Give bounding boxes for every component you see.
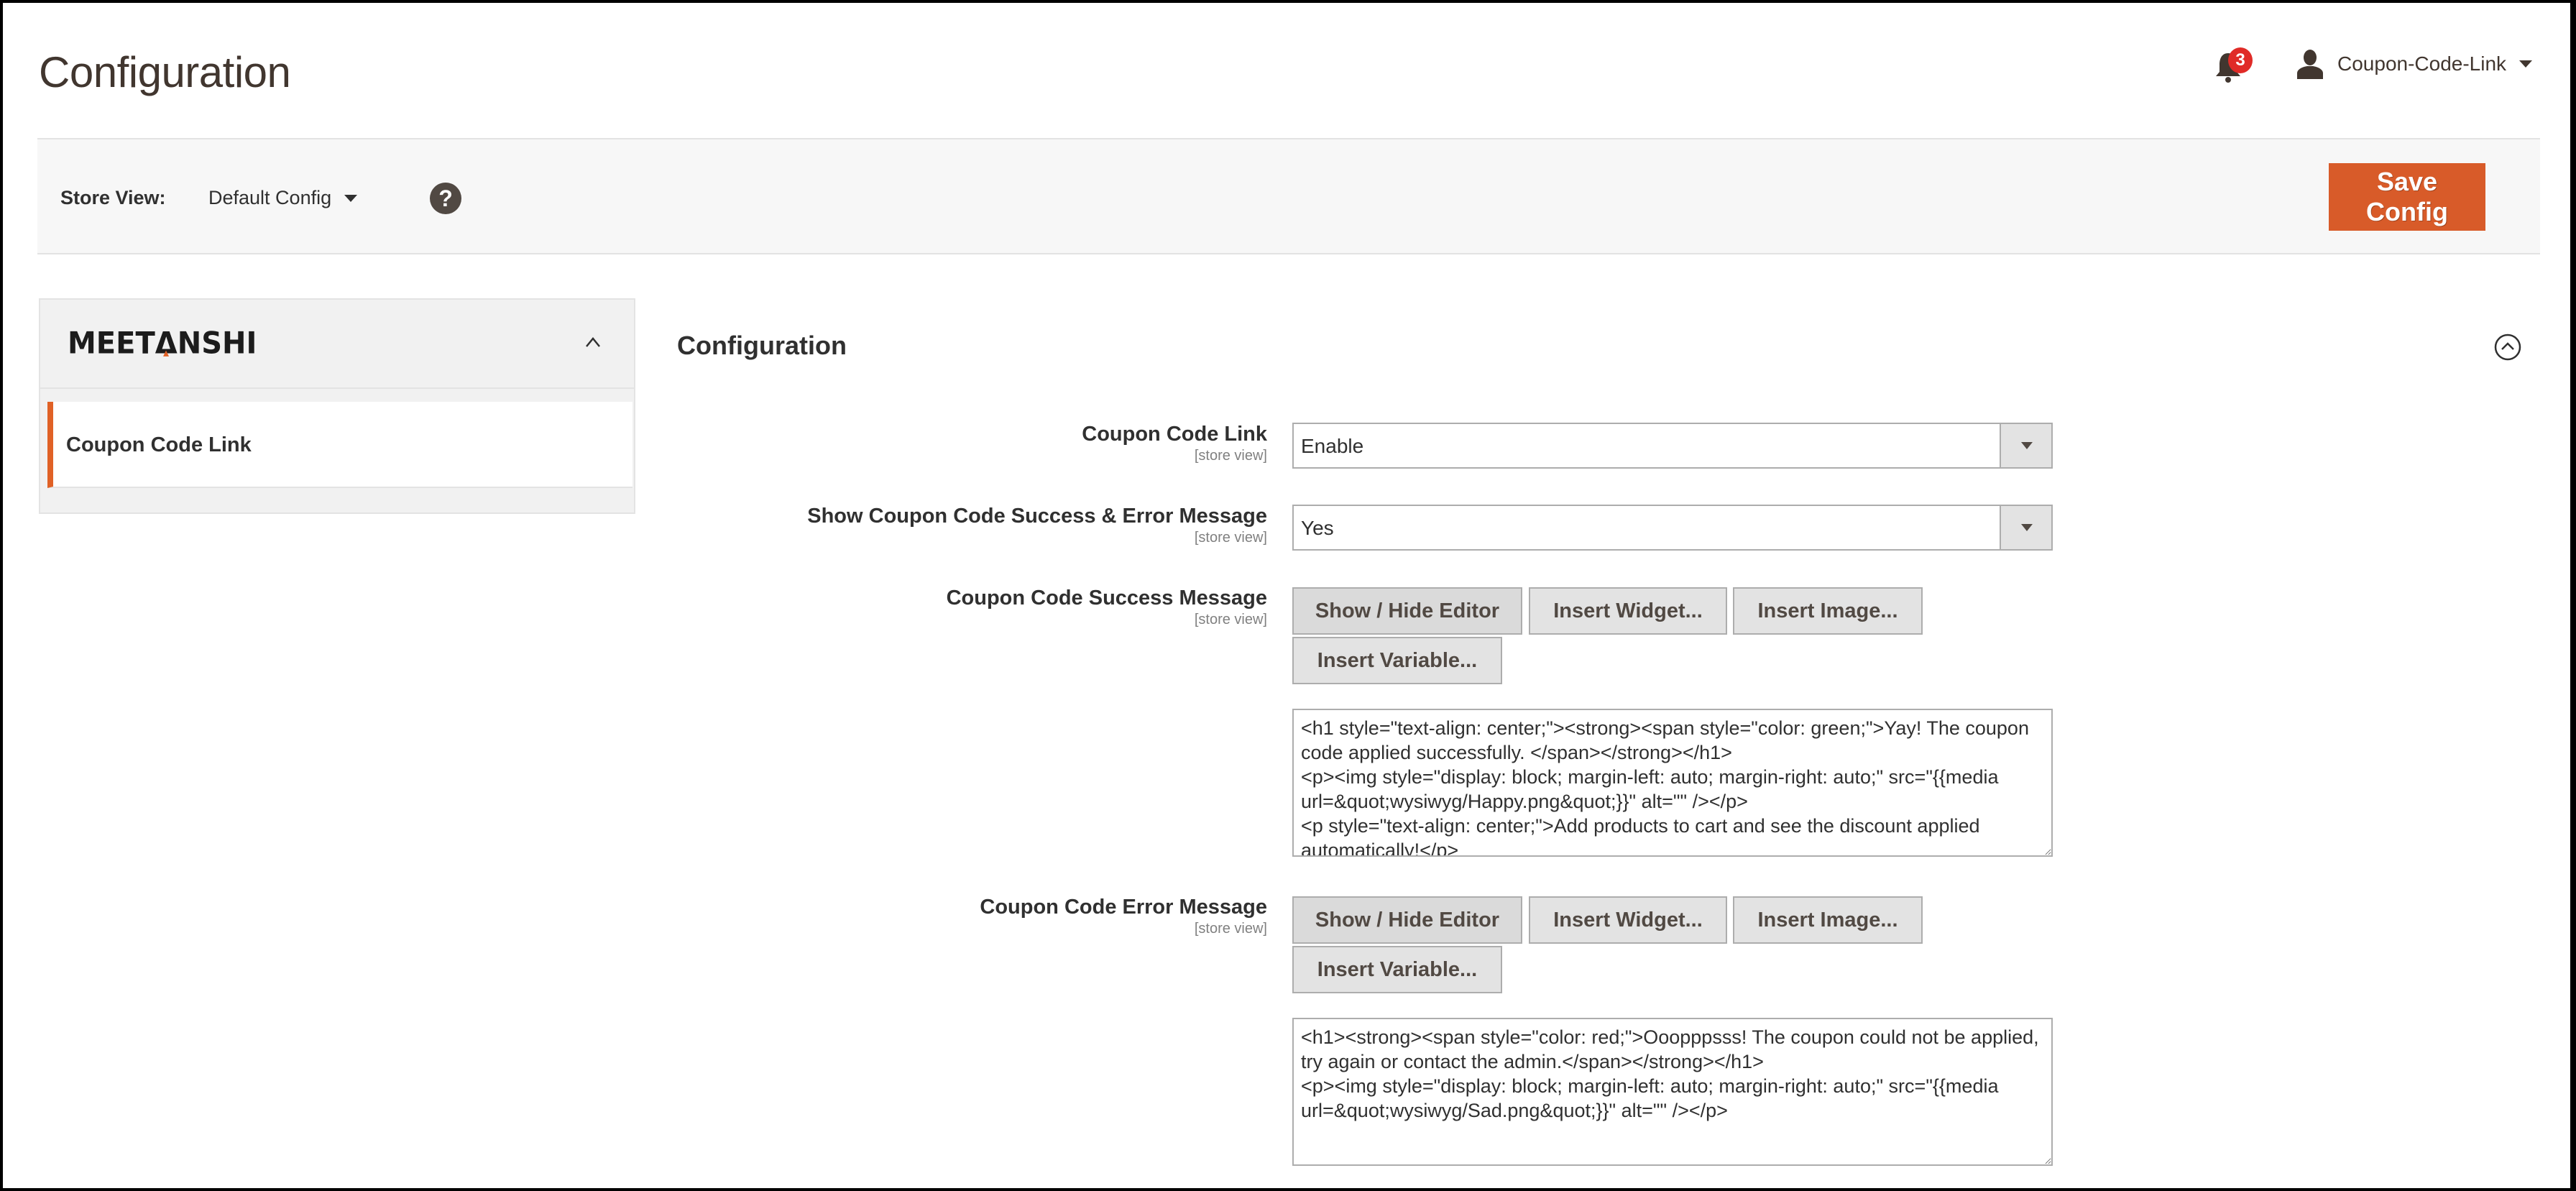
help-icon[interactable]: ? (430, 183, 461, 214)
sidebar-item-label: Coupon Code Link (66, 433, 252, 456)
show-message-select[interactable]: Yes (1292, 505, 2053, 551)
page-title: Configuration (39, 48, 291, 96)
chevron-up-icon[interactable] (585, 334, 601, 350)
chevron-down-icon (2519, 60, 2533, 68)
success-message-textarea[interactable]: <h1 style="text-align: center;"><strong>… (1292, 709, 2053, 857)
chevron-down-icon (2000, 506, 2051, 549)
error-insert-variable-button[interactable]: Insert Variable... (1292, 946, 1502, 993)
error-insert-image-button[interactable]: Insert Image... (1733, 896, 1923, 944)
user-account-menu[interactable]: Coupon-Code-Link (2296, 49, 2533, 79)
success-insert-widget-button[interactable]: Insert Widget... (1529, 587, 1727, 635)
save-config-button[interactable]: Save Config (2329, 163, 2485, 231)
notification-count-badge[interactable]: 3 (2228, 47, 2253, 73)
coupon-code-link-select[interactable]: Enable (1292, 423, 2053, 469)
success-insert-image-button[interactable]: Insert Image... (1733, 587, 1923, 635)
store-view-bar: Store View: Default Config ? Save Config (37, 138, 2540, 254)
scope-label: [store view] (1194, 530, 1267, 546)
page: Configuration 3 Coupon-Code-Link Store V… (3, 3, 2570, 1188)
field-label-error-message: Coupon Code Error Message [store view] (980, 896, 1267, 937)
field-label-coupon-code-link: Coupon Code Link [store view] (1082, 423, 1267, 464)
store-view-switcher[interactable]: Default Config (208, 187, 358, 209)
store-view-value: Default Config (208, 187, 332, 208)
success-insert-variable-button[interactable]: Insert Variable... (1292, 637, 1502, 684)
field-label-show-message: Show Coupon Code Success & Error Message… (807, 505, 1267, 546)
chevron-down-icon (344, 194, 358, 202)
error-message-textarea[interactable]: <h1><strong><span style="color: red;">Oo… (1292, 1018, 2053, 1166)
error-insert-widget-button[interactable]: Insert Widget... (1529, 896, 1727, 944)
scope-label: [store view] (1194, 612, 1267, 627)
section-title[interactable]: Configuration (677, 331, 847, 361)
success-show-hide-editor-button[interactable]: Show / Hide Editor (1292, 587, 1522, 635)
user-icon (2297, 50, 2323, 79)
store-view-label: Store View: (60, 187, 166, 208)
scope-label: [store view] (1194, 921, 1267, 937)
scope-label: [store view] (1194, 448, 1267, 464)
error-show-hide-editor-button[interactable]: Show / Hide Editor (1292, 896, 1522, 944)
sidebar-item-coupon-code-link[interactable]: Coupon Code Link (47, 402, 632, 488)
sidebar-group-meetanshi[interactable]: MEETΔNSHI (40, 300, 634, 389)
field-label-success-message: Coupon Code Success Message [store view] (946, 587, 1267, 627)
config-sidebar: MEETΔNSHI Coupon Code Link (39, 298, 635, 514)
user-name: Coupon-Code-Link (2337, 52, 2507, 75)
meetanshi-logo: MEETΔNSHI (68, 326, 257, 362)
collapse-section-icon[interactable] (2494, 334, 2521, 361)
chevron-down-icon (2000, 424, 2051, 467)
